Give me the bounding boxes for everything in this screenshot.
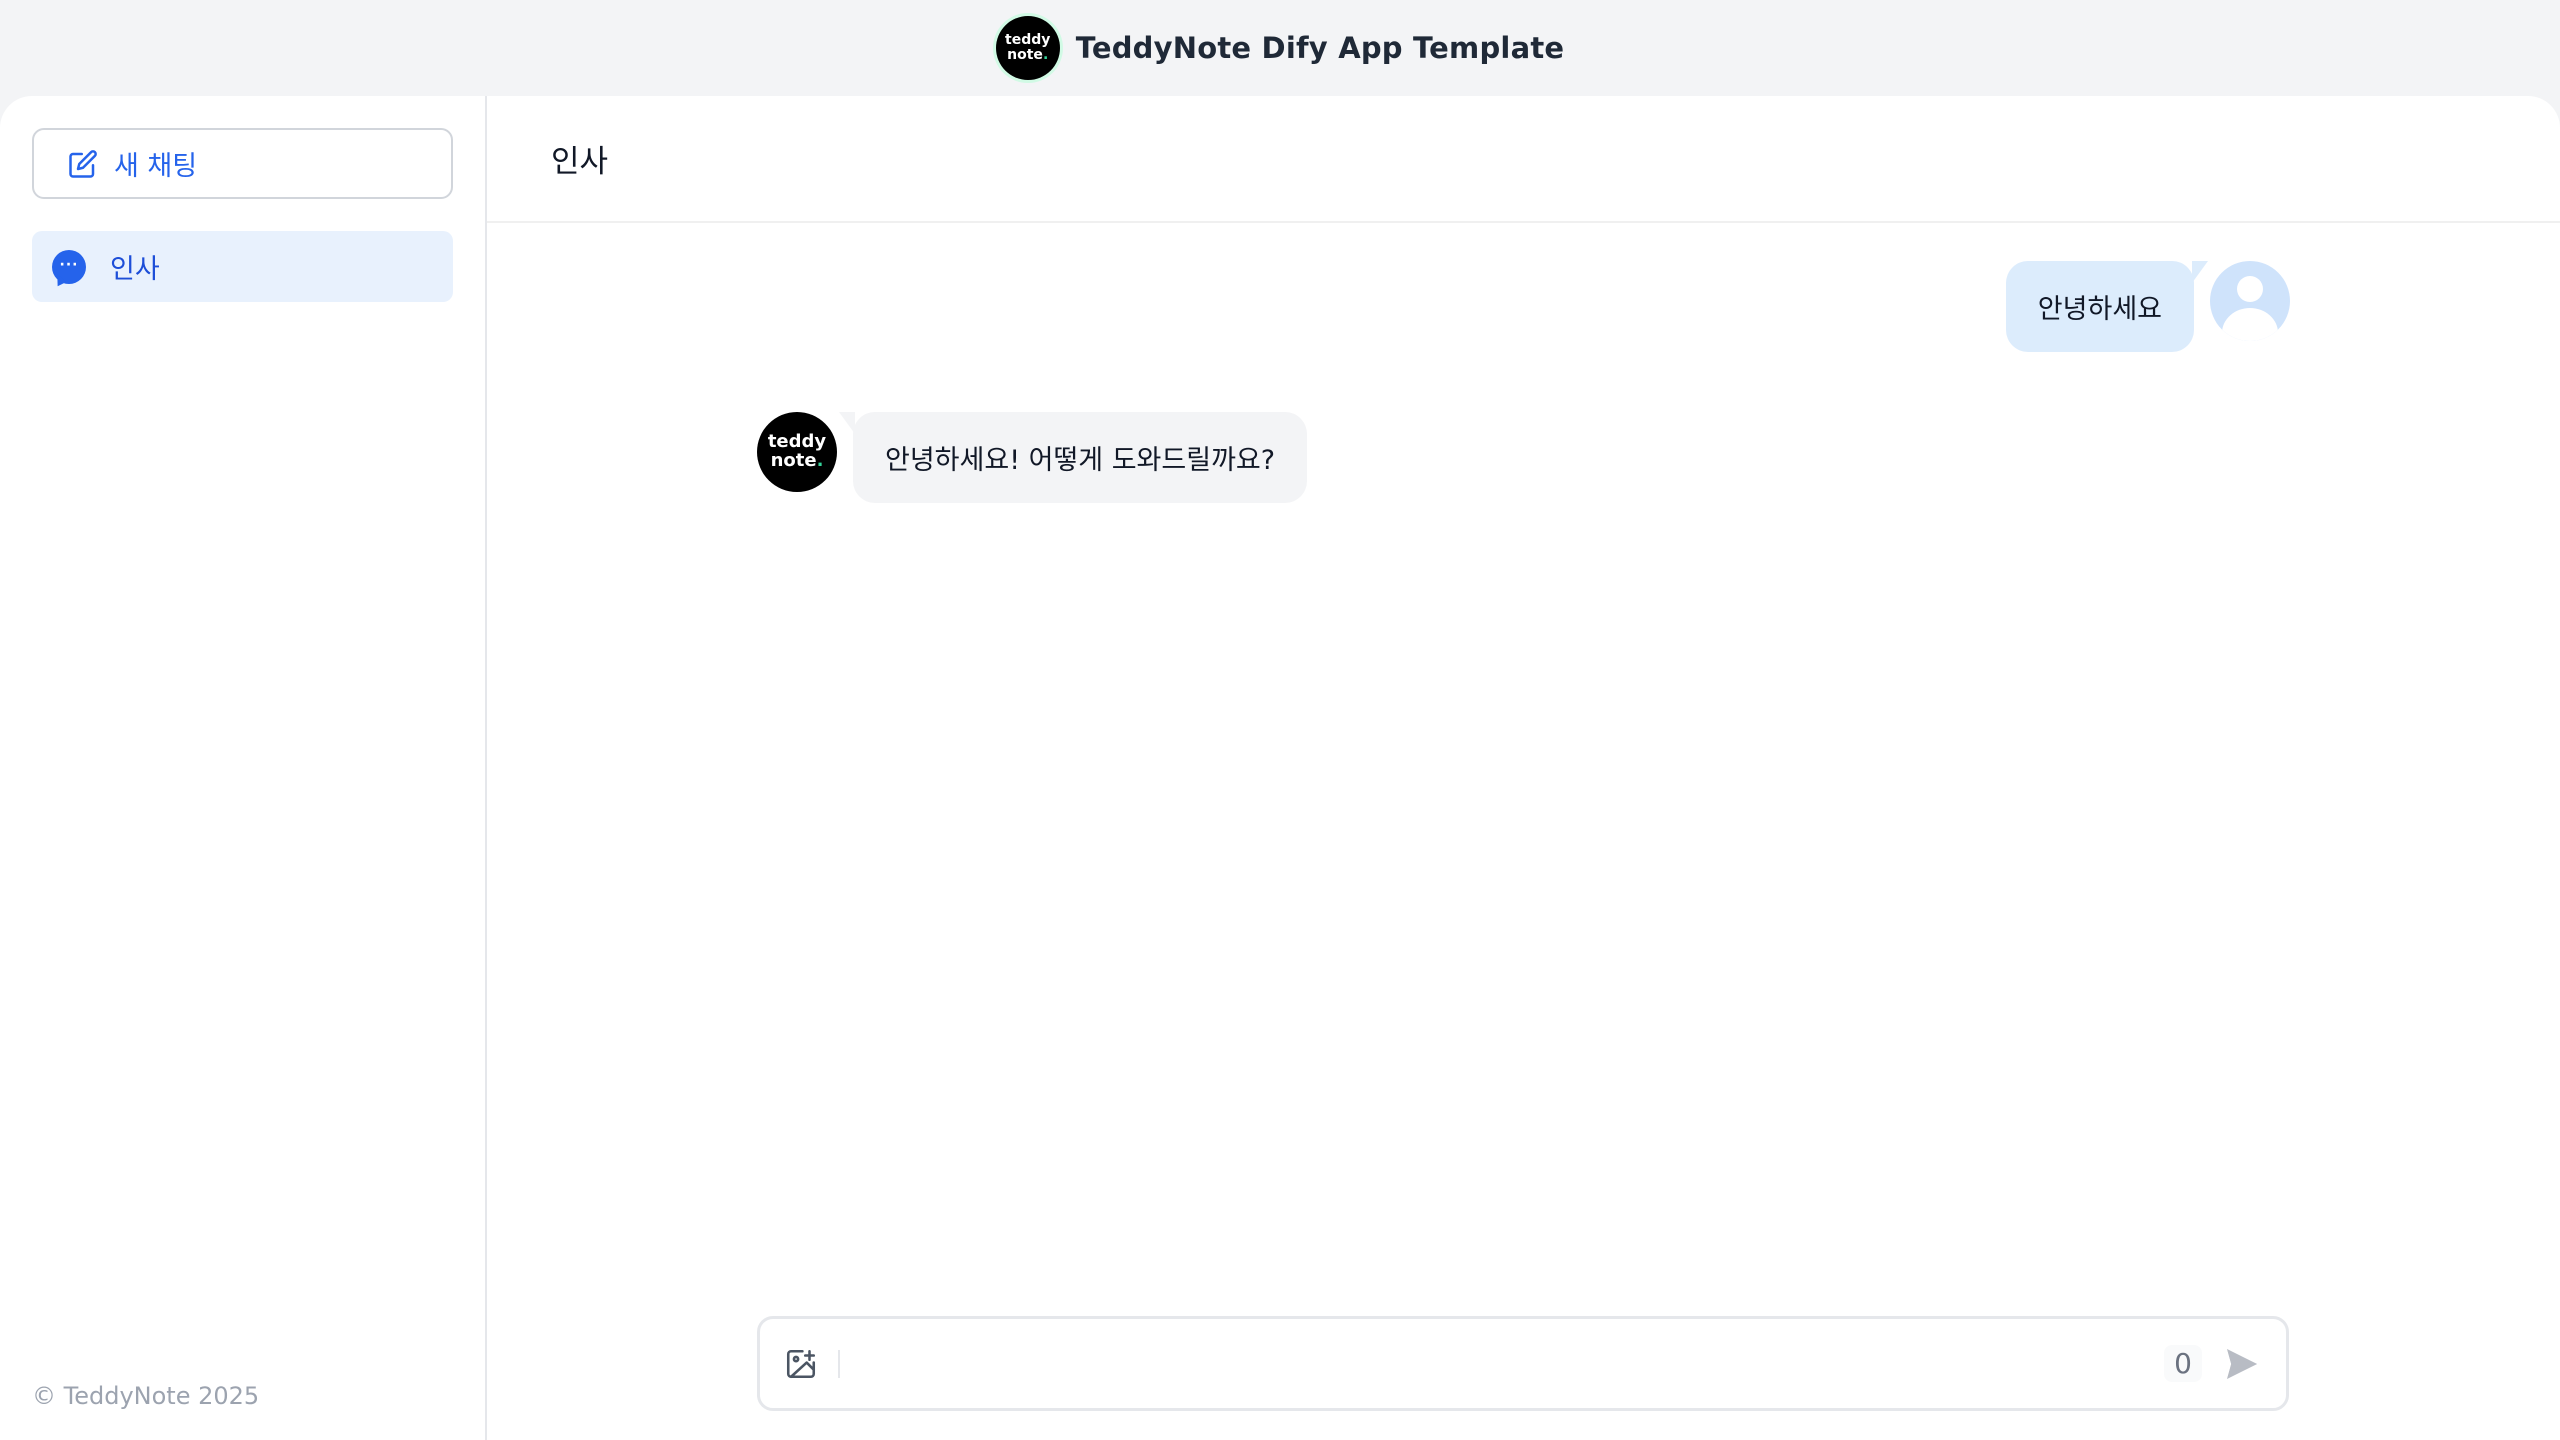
app-title: TeddyNote Dify App Template	[1075, 31, 1565, 65]
sidebar-item-conversation[interactable]: ··· 인사	[32, 231, 453, 302]
new-chat-label: 새 채팅	[114, 151, 198, 182]
edit-icon	[69, 149, 97, 178]
assistant-message: teddy note. 안녕하세요! 어떻게 도와드릴까요?	[757, 412, 1308, 503]
logo-line1: teddy	[1005, 32, 1051, 49]
copyright-footer: © TeddyNote 2025	[32, 1382, 260, 1410]
image-upload-icon[interactable]	[784, 1347, 818, 1381]
user-bubble: 안녕하세요	[2005, 261, 2209, 352]
teddynote-logo: teddy note.	[995, 16, 1060, 80]
character-counter: 0	[2164, 1345, 2202, 1382]
composer-divider	[838, 1349, 840, 1378]
conversation-label: 인사	[110, 254, 160, 285]
sidebar: 새 채팅 ··· 인사 © TeddyNote 2025	[0, 96, 487, 1440]
new-chat-button[interactable]: 새 채팅	[32, 128, 453, 199]
logo-line2: note.	[1007, 47, 1049, 63]
chat-panel: 인사 안녕하세요 teddy note. 안녕하세요! 어떻게 도와드릴까요?	[487, 96, 2560, 1440]
message-input[interactable]	[856, 1333, 2165, 1394]
chat-bubble-icon: ···	[52, 249, 86, 284]
chat-title: 인사	[487, 96, 2560, 223]
message-list: 안녕하세요 teddy note. 안녕하세요! 어떻게 도와드릴까요? 0	[487, 223, 2560, 1440]
assistant-bubble: 안녕하세요! 어떻게 도와드릴까요?	[838, 412, 1308, 503]
message-composer: 0	[757, 1316, 2289, 1411]
app-shell: 새 채팅 ··· 인사 © TeddyNote 2025 인사 안녕하세요 te…	[0, 96, 2560, 1440]
assistant-avatar: teddy note.	[757, 412, 837, 492]
top-bar: teddy note. TeddyNote Dify App Template	[0, 0, 2560, 96]
send-icon[interactable]	[2222, 1344, 2262, 1384]
user-avatar-icon	[2210, 261, 2290, 341]
user-message: 안녕하세요	[2005, 261, 2290, 352]
brand: teddy note. TeddyNote Dify App Template	[995, 16, 1565, 80]
